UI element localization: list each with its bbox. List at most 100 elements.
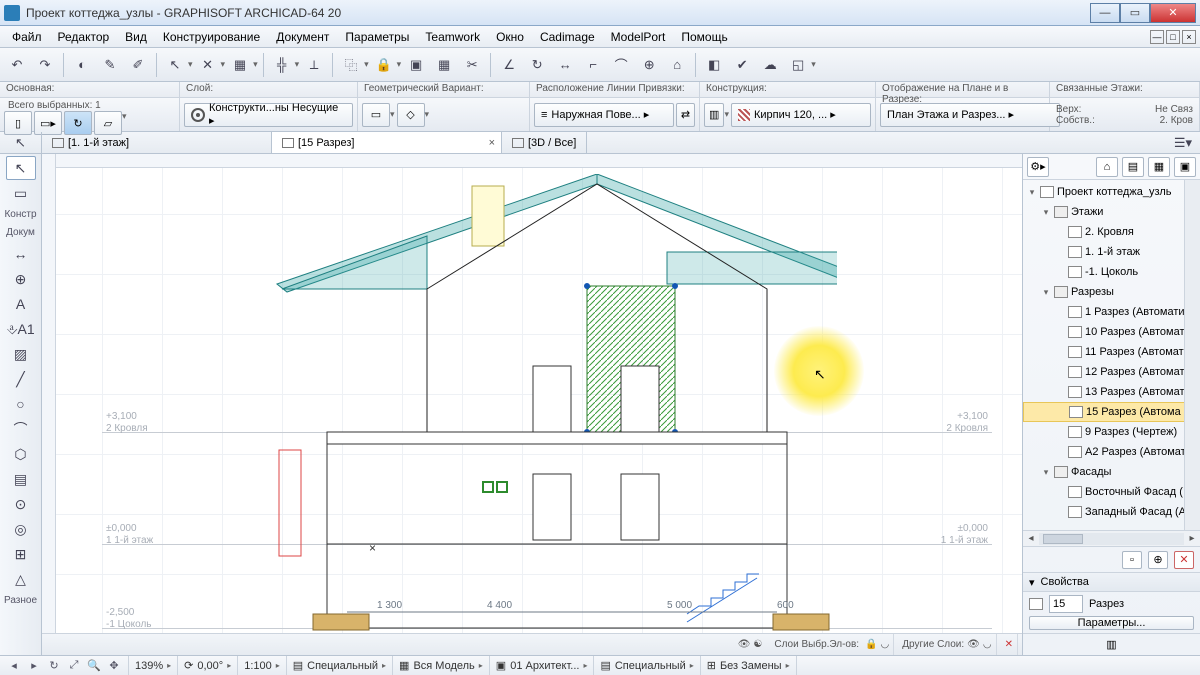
navigator-tree[interactable]: ▾Проект коттеджа_узль▾Этажи2. Кровля1. 1…: [1023, 180, 1200, 530]
snapline-flip-button[interactable]: ⇄: [676, 103, 695, 127]
measure-coord-button[interactable]: ⊕: [636, 52, 662, 78]
menu-teamwork[interactable]: Teamwork: [417, 28, 488, 46]
menu-modelport[interactable]: ModelPort: [603, 28, 674, 46]
cloud-button[interactable]: ☁: [757, 52, 783, 78]
redo-button[interactable]: ↷: [32, 52, 58, 78]
tree-item[interactable]: Западный Фасад (А: [1023, 502, 1200, 522]
tree-item[interactable]: 13 Разрез (Автомат: [1023, 382, 1200, 402]
tree-item[interactable]: ▾Фасады: [1023, 462, 1200, 482]
tool-worksheet[interactable]: ⊞: [6, 542, 36, 566]
menu-window[interactable]: Окно: [488, 28, 532, 46]
tab-3d[interactable]: [3D / Все]: [502, 132, 587, 153]
home-button[interactable]: ⌂: [664, 52, 690, 78]
syringe-button[interactable]: ✎: [97, 52, 123, 78]
measure-angle-button[interactable]: ∠: [496, 52, 522, 78]
model-filter[interactable]: Вся Модель: [413, 660, 474, 672]
eye2-icon[interactable]: 👁: [967, 639, 980, 650]
layer-dropdown[interactable]: Конструкти...ны Несущие ▸: [184, 103, 353, 127]
tab-floor1[interactable]: [1. 1-й этаж]: [42, 132, 272, 153]
tree-item[interactable]: 10 Разрез (Автомат: [1023, 322, 1200, 342]
tree-item[interactable]: ▾Этажи: [1023, 202, 1200, 222]
tool-arc[interactable]: ⌒: [6, 417, 36, 441]
nav-back-icon[interactable]: ◂: [6, 658, 22, 674]
undo-button[interactable]: ↶: [4, 52, 30, 78]
tool-arrow[interactable]: ↖: [6, 156, 36, 180]
nav-clone-button[interactable]: ⊕: [1148, 551, 1168, 569]
construction-type-button[interactable]: ▥: [704, 103, 724, 127]
nav-layouts-button[interactable]: ▦: [1148, 157, 1170, 177]
tool-label[interactable]: ⎀A1: [6, 317, 36, 341]
tree-item[interactable]: ▾Проект коттеджа_узль: [1023, 182, 1200, 202]
tool-circle[interactable]: ○: [6, 392, 36, 416]
mdi-minimize-icon[interactable]: —: [1150, 30, 1164, 44]
tool-line[interactable]: ╱: [6, 367, 36, 391]
geom-poly-button[interactable]: ◇: [397, 103, 425, 127]
nav-delete-button[interactable]: ✕: [1174, 551, 1194, 569]
layercombo-2[interactable]: Специальный: [615, 660, 686, 672]
trace-button[interactable]: ▦: [431, 52, 457, 78]
tool-text[interactable]: A: [6, 292, 36, 316]
maximize-button[interactable]: ▭: [1120, 3, 1150, 23]
marker-button[interactable]: ◧: [701, 52, 727, 78]
tool-detail[interactable]: ◎: [6, 517, 36, 541]
tree-item[interactable]: Восточный Фасад (: [1023, 482, 1200, 502]
brush-button[interactable]: ✐: [125, 52, 151, 78]
tool-marquee[interactable]: ▭: [6, 181, 36, 205]
tool-polyline[interactable]: ⬡: [6, 442, 36, 466]
tree-item[interactable]: -1. Цоколь: [1023, 262, 1200, 282]
tool-level[interactable]: ⊕: [6, 267, 36, 291]
tab-close-icon[interactable]: ×: [489, 137, 495, 149]
mdi-close-icon[interactable]: ×: [1182, 30, 1196, 44]
navigator-hscroll[interactable]: ◂▸: [1023, 530, 1200, 546]
parameters-button[interactable]: Параметры...: [1029, 616, 1194, 630]
nav-fwd-icon[interactable]: ▸: [26, 658, 42, 674]
lock-button[interactable]: 🔒: [371, 52, 397, 78]
menu-options[interactable]: Параметры: [337, 28, 417, 46]
plan-section-dropdown[interactable]: План Этажа и Разрез... ▸: [880, 103, 1060, 127]
menu-editor[interactable]: Редактор: [50, 28, 118, 46]
ruler-button[interactable]: ⟂: [301, 52, 327, 78]
coord-value[interactable]: 0,00°: [197, 660, 223, 672]
menu-view[interactable]: Вид: [117, 28, 155, 46]
menu-design[interactable]: Конструирование: [155, 28, 268, 46]
suspend-button[interactable]: ▣: [403, 52, 429, 78]
box3d-button[interactable]: ◱: [785, 52, 811, 78]
measure-refresh-button[interactable]: ↻: [524, 52, 550, 78]
zoom-window-icon[interactable]: 🔍: [86, 658, 102, 674]
construction-dropdown[interactable]: Кирпич 120, ... ▸: [731, 103, 871, 127]
tree-item[interactable]: 2. Кровля: [1023, 222, 1200, 242]
measure-linear-button[interactable]: ↔: [552, 52, 578, 78]
menu-file[interactable]: Файл: [4, 28, 50, 46]
eye-ghost-icon[interactable]: ☯: [753, 639, 762, 650]
check-button[interactable]: ✔: [729, 52, 755, 78]
nav-views-button[interactable]: ▤: [1122, 157, 1144, 177]
close-button[interactable]: ✕: [1150, 3, 1196, 23]
tree-item[interactable]: ▾Разрезы: [1023, 282, 1200, 302]
layercombo-1[interactable]: Специальный: [307, 660, 378, 672]
snapline-dropdown[interactable]: ≡ Наружная Пове... ▸: [534, 103, 674, 127]
tool-spot[interactable]: ⊙: [6, 492, 36, 516]
cursor-mode-button[interactable]: ↖: [162, 52, 188, 78]
pick-button[interactable]: ◐: [69, 52, 95, 78]
tree-item[interactable]: 1 Разрез (Автомати: [1023, 302, 1200, 322]
tree-item[interactable]: 15 Разрез (Автома: [1023, 402, 1200, 422]
measure-arc-button[interactable]: ⌒: [608, 52, 634, 78]
pan-icon[interactable]: ✥: [106, 658, 122, 674]
mdi-restore-icon[interactable]: □: [1166, 30, 1180, 44]
nav-settings-button[interactable]: ⚙▸: [1027, 157, 1049, 177]
canvas[interactable]: +3,100 2 Кровля +3,100 2 Кровля ±0,000 1…: [42, 154, 1022, 655]
copy-button[interactable]: ⿻: [338, 52, 364, 78]
properties-header[interactable]: ▾ Свойства: [1023, 572, 1200, 592]
zoom-extents-icon[interactable]: ⤢: [66, 658, 82, 674]
nav-project-button[interactable]: ⌂: [1096, 157, 1118, 177]
navigator-vscroll[interactable]: [1184, 180, 1200, 530]
tree-item[interactable]: 11 Разрез (Автомат: [1023, 342, 1200, 362]
quick-close-icon[interactable]: ✕: [1005, 639, 1013, 650]
minimize-button[interactable]: —: [1090, 3, 1120, 23]
tree-item[interactable]: 12 Разрез (Автомат: [1023, 362, 1200, 382]
panel-collapse-icon[interactable]: ▥: [1106, 638, 1116, 651]
nav-new-button[interactable]: ▫: [1122, 551, 1142, 569]
tool-drawing[interactable]: ▤: [6, 467, 36, 491]
tool-fill[interactable]: ▨: [6, 342, 36, 366]
tree-item[interactable]: 9 Разрез (Чертеж): [1023, 422, 1200, 442]
